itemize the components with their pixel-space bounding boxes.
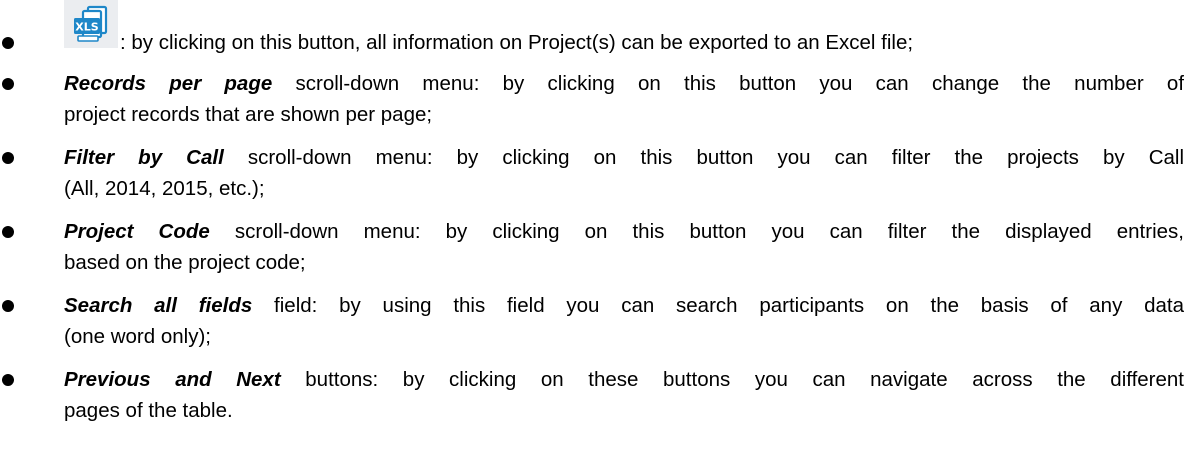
description-line-2: project records that are shown per page;	[64, 103, 433, 126]
bullet-dot	[2, 152, 14, 164]
description-line-1: scroll-down menu: by clicking on this bu…	[272, 72, 1184, 95]
description-line-2: pages of the table.	[64, 399, 233, 422]
description-line-1: scroll-down menu: by clicking on this bu…	[223, 146, 1184, 169]
term-filter-by-call: Filter by Call	[64, 146, 224, 169]
bullet-dot	[2, 37, 14, 49]
term-project-code: Project Code	[64, 220, 210, 243]
term-search-all-fields: Search all fields	[64, 294, 253, 317]
description-line-2: (All, 2014, 2015, etc.);	[64, 177, 265, 200]
description-line-1: field: by using this field you can searc…	[252, 294, 1184, 317]
xls-export-button[interactable]: XLS	[64, 0, 118, 48]
description-line-2: based on the project code;	[64, 251, 306, 274]
xls-export-icon: XLS	[74, 5, 108, 42]
description-line-1: scroll-down menu: by clicking on this bu…	[209, 220, 1184, 243]
bullet-dot	[2, 300, 14, 312]
bullet-dot	[2, 78, 14, 90]
bullet-dot	[2, 374, 14, 386]
description-line-2: (one word only);	[64, 325, 211, 348]
export-description: : by clicking on this button, all inform…	[120, 31, 914, 54]
description-line-1: buttons: by clicking on these buttons yo…	[280, 368, 1184, 391]
term-records-per-page: Records per page	[64, 72, 273, 95]
term-previous-and-next: Previous and Next	[64, 368, 281, 391]
bullet-dot	[2, 226, 14, 238]
xls-icon-label: XLS	[75, 21, 98, 34]
